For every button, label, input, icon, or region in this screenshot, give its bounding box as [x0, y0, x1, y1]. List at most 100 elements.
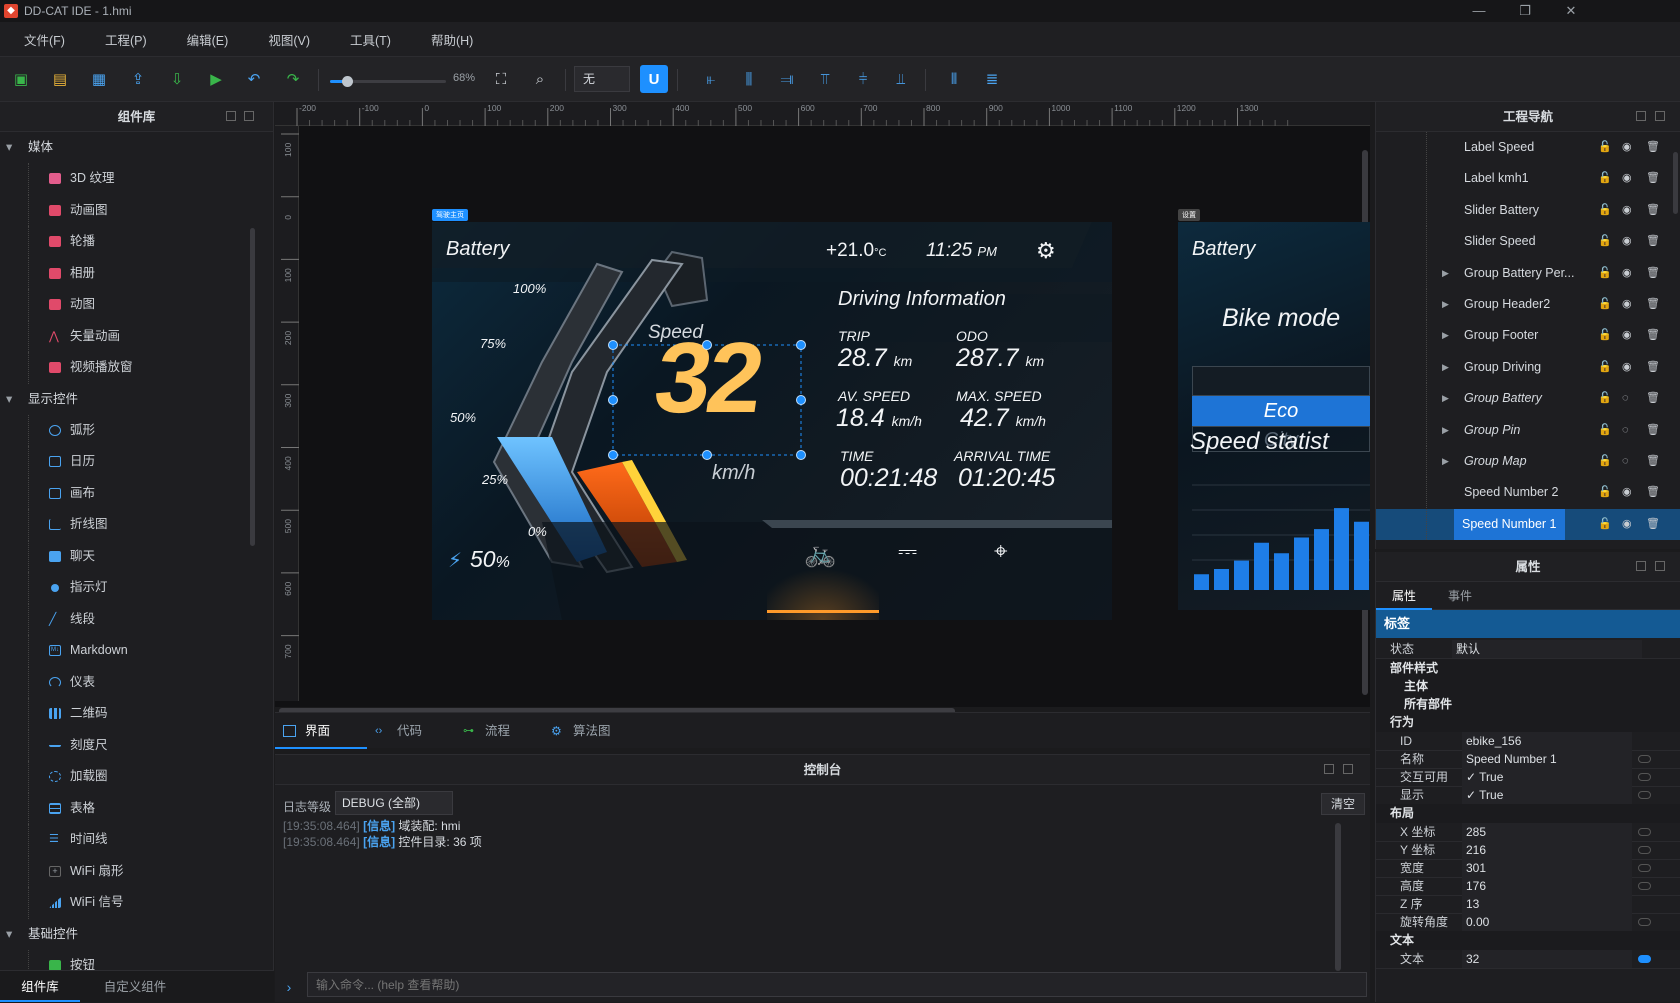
bind-toggle-icon[interactable]: [1638, 773, 1651, 781]
mode-slot-empty[interactable]: [1192, 366, 1370, 396]
align-center-v-icon[interactable]: ⫩: [849, 65, 877, 93]
eye-hidden-icon[interactable]: ◌: [1622, 383, 1629, 414]
z-field[interactable]: 13: [1462, 895, 1632, 913]
nav-row[interactable]: Label Speed 🔓 ◉ 🗑: [1376, 132, 1680, 163]
eye-icon[interactable]: ◉: [1622, 132, 1632, 163]
lock-icon[interactable]: 🔓: [1598, 320, 1612, 351]
component-markdown[interactable]: M↓ Markdown: [0, 635, 250, 667]
nav-row[interactable]: ▶ Group Battery Per... 🔓 ◉ 🗑: [1376, 257, 1680, 289]
trash-icon[interactable]: 🗑: [1646, 289, 1660, 320]
component-qrcode[interactable]: 二维码: [0, 698, 250, 730]
minimize-button[interactable]: —: [1456, 0, 1502, 22]
width-field[interactable]: 301: [1462, 859, 1632, 877]
bike-icon[interactable]: 🚲: [804, 538, 836, 569]
eye-hidden-icon[interactable]: ◌: [1622, 415, 1629, 446]
align-left-icon[interactable]: ⫦: [697, 65, 725, 93]
eye-icon[interactable]: ◉: [1622, 163, 1632, 194]
trash-icon[interactable]: 🗑: [1646, 446, 1660, 477]
bind-toggle-icon[interactable]: [1638, 828, 1651, 836]
height-field[interactable]: 176: [1462, 877, 1632, 895]
console-scrollbar[interactable]: [1335, 823, 1341, 971]
resize-handle-r[interactable]: [796, 395, 806, 405]
resize-handle-bl[interactable]: [608, 450, 618, 460]
settings-screen[interactable]: Battery Bike mode Eco City Speed statist: [1178, 222, 1370, 610]
tab-flow[interactable]: ⊶ 流程: [455, 713, 543, 749]
distribute-v-icon[interactable]: ≣: [978, 65, 1006, 93]
run-icon[interactable]: ▶: [202, 65, 230, 93]
component-arc[interactable]: 弧形: [0, 414, 250, 447]
lock-icon[interactable]: 🔓: [1598, 509, 1612, 540]
underline-icon[interactable]: U: [640, 65, 668, 93]
nav-row[interactable]: ▶ Group Header2 🔓 ◉ 🗑: [1376, 289, 1680, 320]
menu-view[interactable]: 视图(V): [268, 30, 310, 49]
nav-close-icon[interactable]: [1655, 111, 1665, 121]
trash-icon[interactable]: 🗑: [1646, 509, 1660, 540]
lock-icon[interactable]: 🔓: [1598, 446, 1612, 477]
save-icon[interactable]: ▦: [85, 65, 113, 93]
bind-toggle-icon[interactable]: [1638, 955, 1651, 963]
lock-icon[interactable]: 🔓: [1598, 352, 1612, 383]
menu-tools[interactable]: 工具(T): [350, 30, 391, 49]
nav-float-icon[interactable]: [1636, 111, 1646, 121]
lock-icon[interactable]: 🔓: [1598, 383, 1612, 414]
expand-arrow-icon[interactable]: ▶: [1442, 258, 1449, 289]
zoom-slider[interactable]: [330, 76, 446, 87]
trash-icon[interactable]: 🗑: [1646, 163, 1660, 194]
component-gauge[interactable]: 仪表: [0, 666, 250, 699]
tab-ui[interactable]: 界面: [275, 713, 367, 749]
menu-file[interactable]: 文件(F): [24, 30, 65, 49]
component-carousel[interactable]: 轮播: [0, 226, 250, 258]
align-center-h-icon[interactable]: ⫼: [735, 65, 763, 93]
bind-toggle-icon[interactable]: [1638, 791, 1651, 799]
visible-checkbox[interactable]: ✓ True: [1462, 786, 1632, 804]
state-select[interactable]: 默认: [1452, 640, 1642, 658]
category-display[interactable]: 显示控件: [0, 384, 250, 415]
export-icon[interactable]: ⇪: [124, 65, 152, 93]
map-icon[interactable]: ⌖: [994, 538, 1008, 566]
component-scale[interactable]: 刻度尺: [0, 729, 250, 762]
component-video[interactable]: 视频播放窗: [0, 352, 250, 384]
interactive-checkbox[interactable]: ✓ True: [1462, 768, 1632, 786]
tab-custom-components[interactable]: 自定义组件: [80, 971, 190, 1002]
eye-icon[interactable]: ◉: [1622, 477, 1632, 508]
dashboard-screen[interactable]: Battery +21.0°C 11:25 PM ⚙ Driving Infor…: [432, 222, 1112, 620]
mode-eco[interactable]: Eco: [1192, 396, 1370, 426]
align-bottom-icon[interactable]: ⫫: [887, 65, 915, 93]
x-field[interactable]: 285: [1462, 823, 1632, 841]
lock-icon[interactable]: 🔓: [1598, 258, 1612, 289]
menu-project[interactable]: 工程(P): [105, 30, 147, 49]
lock-icon[interactable]: 🔓: [1598, 132, 1612, 163]
component-spinner[interactable]: 加载圈: [0, 761, 250, 793]
component-led[interactable]: 指示灯: [0, 572, 250, 604]
gear-icon[interactable]: ⚙: [1036, 238, 1056, 264]
eye-icon[interactable]: ◉: [1622, 320, 1632, 351]
component-chat[interactable]: 聊天: [0, 540, 250, 573]
component-lottie[interactable]: ⋀ 矢量动画: [0, 320, 250, 353]
command-input[interactable]: [307, 972, 1367, 997]
component-wifi-signal[interactable]: WiFi 信号: [0, 887, 250, 919]
trash-icon[interactable]: 🗑: [1646, 415, 1660, 446]
align-top-icon[interactable]: ⫪: [811, 65, 839, 93]
tab-events[interactable]: 事件: [1432, 582, 1488, 610]
component-line[interactable]: ╱ 线段: [0, 603, 250, 636]
expand-arrow-icon[interactable]: ▶: [1442, 320, 1449, 351]
bind-toggle-icon[interactable]: [1638, 846, 1651, 854]
component-linechart[interactable]: 折线图: [0, 509, 250, 541]
eye-icon[interactable]: ◉: [1622, 289, 1632, 320]
component-album[interactable]: 相册: [0, 257, 250, 290]
menu-help[interactable]: 帮助(H): [431, 30, 473, 49]
expand-arrow-icon[interactable]: ▶: [1442, 289, 1449, 320]
eye-icon[interactable]: ◉: [1622, 226, 1632, 257]
resize-handle-tr[interactable]: [796, 340, 806, 350]
redo-icon[interactable]: ↷: [279, 65, 307, 93]
id-field[interactable]: ebike_156: [1462, 732, 1632, 750]
component-animimg[interactable]: 动画图: [0, 194, 250, 227]
prop-section-all[interactable]: 所有部件: [1376, 695, 1680, 714]
expand-arrow-icon[interactable]: ▶: [1442, 446, 1449, 477]
nav-row[interactable]: ▶ Group Driving 🔓 ◉ 🗑: [1376, 351, 1680, 383]
tab-algorithm[interactable]: ⚙ 算法图: [543, 713, 639, 749]
bind-toggle-icon[interactable]: [1638, 882, 1651, 890]
component-calendar[interactable]: 日历: [0, 446, 250, 478]
nav-row[interactable]: Label kmh1 🔓 ◉ 🗑: [1376, 163, 1680, 195]
battery-charge-icon[interactable]: ⎓: [898, 538, 917, 566]
